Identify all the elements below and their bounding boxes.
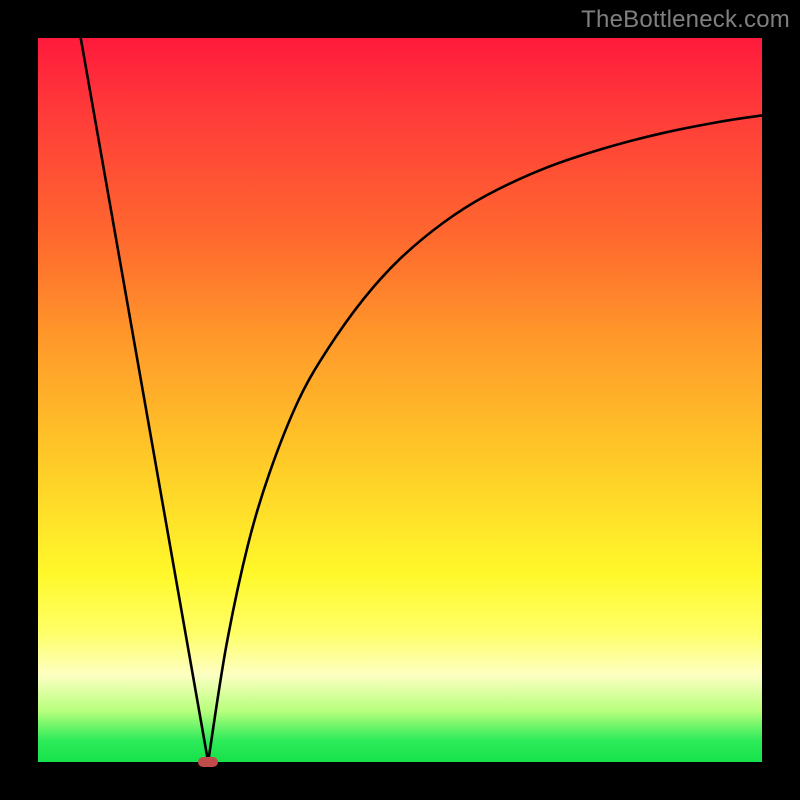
watermark-label: TheBottleneck.com (581, 6, 790, 34)
chart-frame: TheBottleneck.com (0, 0, 800, 800)
minimum-marker (198, 757, 218, 767)
plot-area (38, 38, 762, 762)
bottleneck-curve (38, 38, 762, 762)
